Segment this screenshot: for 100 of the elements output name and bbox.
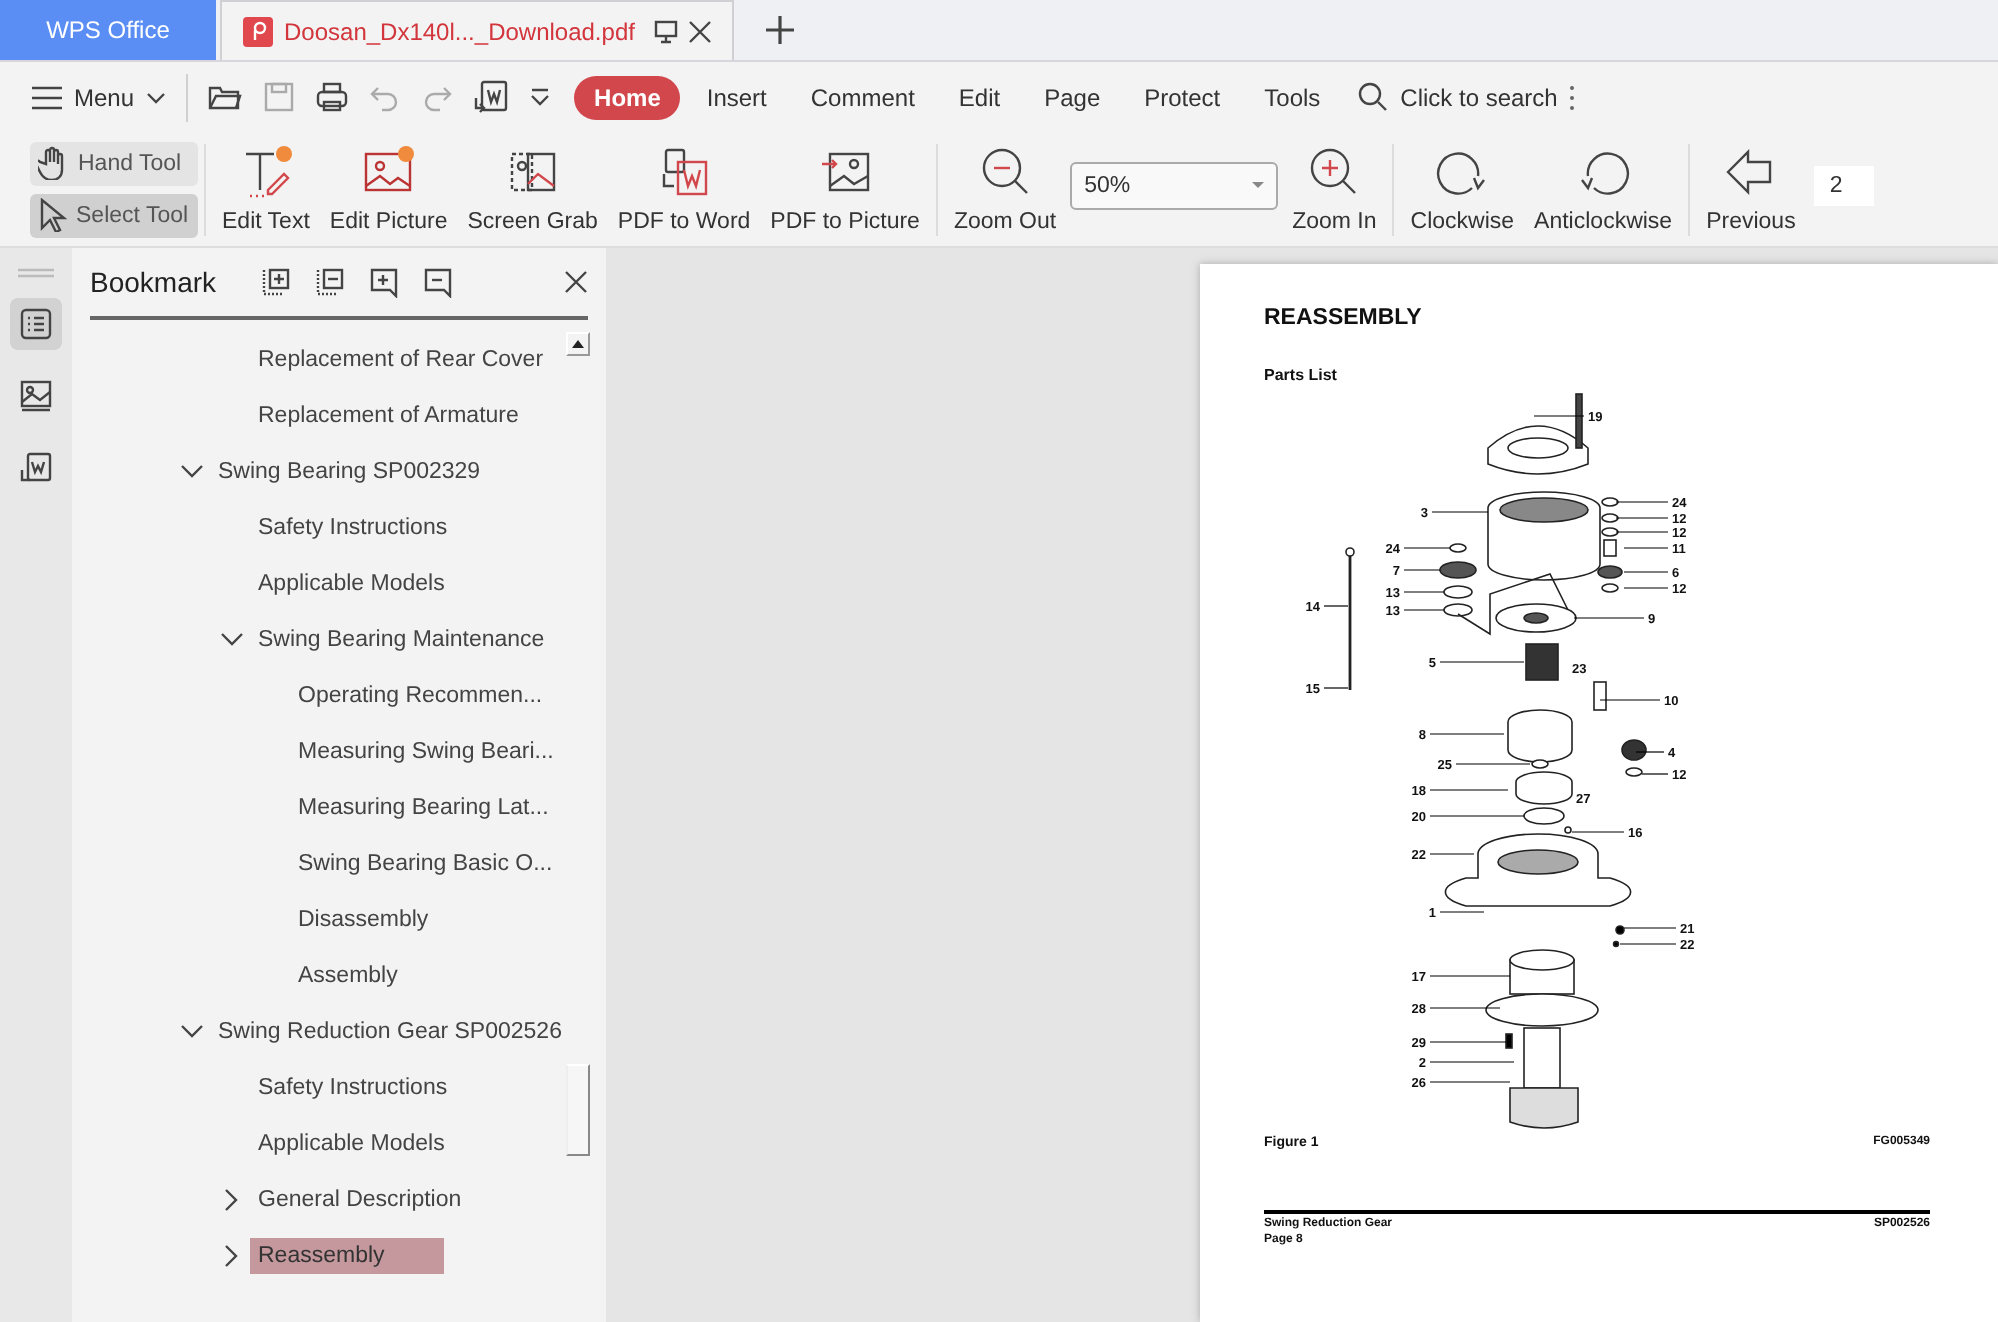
bookmark-item[interactable]: Applicable Models <box>258 1126 453 1162</box>
up-arrow-icon <box>572 340 584 348</box>
monitor-icon[interactable] <box>654 19 679 43</box>
leader-line <box>1615 501 1669 503</box>
bookmark-item[interactable]: Replacement of Armature <box>258 398 527 434</box>
cursor-arrow-icon <box>38 198 68 232</box>
leader-line <box>1623 571 1669 573</box>
convert-document-icon <box>20 452 52 484</box>
close-icon[interactable] <box>564 270 588 294</box>
edit-picture-icon <box>362 145 415 197</box>
leader-line <box>1403 591 1445 593</box>
zoom-out-icon <box>979 145 1032 197</box>
pdf-file-icon <box>242 15 274 47</box>
document-tab[interactable]: Doosan_Dx140l..._Download.pdf <box>220 0 735 60</box>
leader-line <box>1615 531 1669 533</box>
dropdown-arrow-icon <box>1252 182 1265 188</box>
zoom-out-button[interactable]: Zoom Out <box>943 141 1067 237</box>
sidebar-tab[interactable] <box>10 298 62 350</box>
collapse-all-icon[interactable] <box>316 268 345 296</box>
bookmark-item[interactable]: Reassembly <box>250 1238 445 1274</box>
leader-line <box>1429 1007 1501 1009</box>
bookmark-item[interactable]: Swing Reduction Gear SP002526 <box>218 1014 570 1050</box>
more-options-icon[interactable] <box>1568 83 1577 111</box>
leader-line <box>1323 687 1349 689</box>
page-number-field[interactable]: 2 <box>1813 165 1874 205</box>
bookmark-item[interactable]: Applicable Models <box>258 566 453 602</box>
rotate-clockwise-button[interactable]: Clockwise <box>1400 141 1525 237</box>
zoom-in-button[interactable]: Zoom In <box>1282 141 1387 237</box>
grip-lines-icon <box>18 268 54 278</box>
menu-icon <box>32 83 62 111</box>
leader-line <box>1623 927 1677 929</box>
bookmark-item[interactable]: Disassembly <box>298 902 437 938</box>
bookmark-item[interactable]: Safety Instructions <box>258 510 456 546</box>
bookmark-item[interactable]: Swing Bearing SP002329 <box>218 454 489 490</box>
close-icon[interactable] <box>688 19 713 43</box>
ribbon-tab[interactable]: Page <box>1026 75 1119 119</box>
panel-title: Bookmark <box>90 266 217 298</box>
leader-line <box>1429 1061 1515 1063</box>
ribbon-tab[interactable]: Protect <box>1126 75 1239 119</box>
bookmark-item[interactable]: Safety Instructions <box>258 1070 456 1106</box>
folder-icon[interactable] <box>208 82 243 112</box>
left-arrow-icon <box>1724 145 1777 197</box>
pdf-to-picture-button[interactable]: PDF to Picture <box>760 141 930 237</box>
scroll-up-button[interactable] <box>566 332 590 356</box>
select-tool-button[interactable]: Select Tool <box>30 193 198 237</box>
leader-line <box>1429 975 1511 977</box>
scrollbar-thumb[interactable] <box>566 1064 590 1156</box>
edit-text-button[interactable]: Edit Text <box>212 141 320 237</box>
bookmark-item[interactable]: Assembly <box>298 958 406 994</box>
leader-line <box>1623 587 1669 589</box>
picture-icon <box>20 380 52 412</box>
leader-line <box>1323 605 1349 607</box>
remove-bookmark-icon[interactable] <box>424 267 453 297</box>
leader-line <box>1533 415 1585 417</box>
print-icon[interactable] <box>316 82 349 112</box>
rotate-anticlockwise-button[interactable]: Anticlockwise <box>1524 141 1683 237</box>
edit-picture-button[interactable]: Edit Picture <box>319 141 458 237</box>
leader-line <box>1599 699 1661 701</box>
page-heading: REASSEMBLY <box>1264 306 1424 330</box>
leader-line <box>1623 547 1669 549</box>
previous-page-button[interactable]: Previous <box>1696 141 1806 237</box>
leader-line <box>1455 763 1531 765</box>
ribbon-tab[interactable]: Insert <box>688 75 785 119</box>
search-icon <box>1358 82 1389 112</box>
leader-line <box>1439 661 1525 663</box>
bookmark-item[interactable]: Replacement of Rear Cover <box>258 342 552 378</box>
leader-line <box>1429 853 1475 855</box>
bookmark-item[interactable]: Operating Recommen... <box>298 678 551 714</box>
bookmark-item[interactable]: Measuring Bearing Lat... <box>298 790 557 826</box>
hand-tool-button[interactable]: Hand Tool <box>30 141 198 185</box>
bookmark-item[interactable]: Swing Bearing Basic O... <box>298 846 561 882</box>
pdf-to-word-button[interactable]: PDF to Word <box>607 141 761 237</box>
section-heading: Parts List <box>1264 366 1339 384</box>
leader-line <box>1403 569 1441 571</box>
leader-line <box>1635 751 1665 753</box>
leader-line <box>1429 733 1505 735</box>
ribbon-tab[interactable]: Edit <box>940 75 1019 119</box>
ribbon-tab[interactable]: Tools <box>1246 75 1339 119</box>
ribbon-tab[interactable]: Comment <box>792 75 933 119</box>
bookmark-item[interactable]: General Description <box>258 1182 470 1218</box>
chevron-down-icon <box>146 91 167 103</box>
screen-grab-button[interactable]: Screen Grab <box>457 141 608 237</box>
search-field[interactable]: Click to search <box>1400 83 1557 111</box>
zoom-in-icon <box>1308 145 1361 197</box>
leader-line <box>1429 1081 1511 1083</box>
bookmark-item[interactable]: Swing Bearing Maintenance <box>258 622 553 658</box>
dropdown-caret-icon[interactable] <box>530 88 551 106</box>
bookmark-item[interactable]: Measuring Swing Beari... <box>298 734 562 770</box>
convert-document-icon[interactable] <box>474 80 509 114</box>
pdf-to-word-icon <box>658 145 711 197</box>
add-bookmark-icon[interactable] <box>370 267 399 297</box>
leader-line <box>1429 815 1525 817</box>
menu-button[interactable]: Menu <box>32 83 167 111</box>
expand-all-icon[interactable] <box>262 268 291 296</box>
leader-line <box>1619 943 1677 945</box>
zoom-level-dropdown[interactable]: 50% <box>1070 161 1279 209</box>
leader-line <box>1431 511 1489 513</box>
leader-line <box>1571 831 1625 833</box>
ribbon-tab[interactable]: Home <box>574 75 681 119</box>
new-tab-plus-icon[interactable] <box>766 16 795 44</box>
